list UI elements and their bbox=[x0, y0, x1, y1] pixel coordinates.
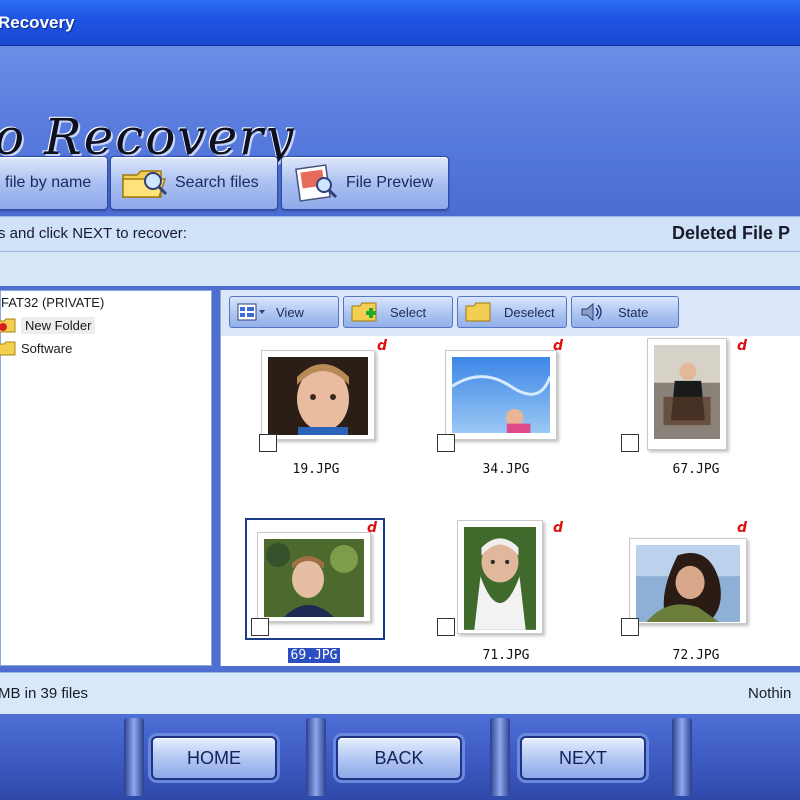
folder-search-icon bbox=[122, 170, 168, 198]
file-name: 71.JPG bbox=[482, 648, 530, 663]
tree-item-new-folder[interactable]: New Folder bbox=[0, 317, 96, 334]
file-thumbnail[interactable]: d 19.JPG bbox=[231, 338, 401, 512]
select-button[interactable]: Select bbox=[343, 296, 453, 328]
photo-preview bbox=[636, 545, 740, 622]
file-name: 67.JPG bbox=[672, 462, 720, 477]
instruction-text: s and click NEXT to recover: bbox=[0, 225, 187, 242]
tree-item-label: FAT32 (PRIVATE) bbox=[1, 295, 105, 310]
file-name: 34.JPG bbox=[482, 462, 530, 477]
deleted-flag: d bbox=[737, 520, 748, 536]
folder-remove-icon bbox=[465, 302, 491, 322]
deleted-flag: d bbox=[553, 520, 564, 536]
file-checkbox[interactable] bbox=[259, 434, 277, 452]
view-toolbar: View Select Deselect State bbox=[221, 290, 800, 336]
file-preview-icon bbox=[295, 164, 338, 202]
folder-tree[interactable]: FAT32 (PRIVATE) New Folder Software bbox=[0, 290, 212, 666]
tree-item-fat32[interactable]: FAT32 (PRIVATE) bbox=[1, 295, 104, 310]
status-summary: MB in 39 files bbox=[0, 685, 89, 702]
status-bar: MB in 39 files Nothin bbox=[0, 672, 800, 714]
file-thumbnail[interactable]: d 72.JPG bbox=[611, 518, 781, 688]
deselect-button-label: Deselect bbox=[504, 304, 555, 320]
next-button[interactable]: NEXT bbox=[520, 736, 646, 780]
deleted-flag: d bbox=[377, 338, 388, 354]
navigation-footer: HOME BACK NEXT bbox=[0, 714, 800, 800]
file-thumbnail[interactable]: d 69.JPG bbox=[221, 518, 391, 688]
tree-item-software[interactable]: Software bbox=[0, 341, 72, 356]
photo-preview bbox=[464, 527, 536, 630]
tab-search-files[interactable]: Search files bbox=[110, 156, 278, 210]
file-name: 69.JPG bbox=[229, 648, 399, 663]
back-button[interactable]: BACK bbox=[336, 736, 462, 780]
footer-divider bbox=[490, 718, 510, 796]
file-thumbnail[interactable]: d 67.JPG bbox=[611, 338, 781, 512]
tab-find-by-name-label: file by name bbox=[5, 174, 92, 191]
select-button-label: Select bbox=[390, 304, 427, 320]
tab-file-preview-label: File Preview bbox=[346, 174, 434, 191]
footer-divider bbox=[124, 718, 144, 796]
photo-preview bbox=[268, 357, 368, 435]
tab-search-files-label: Search files bbox=[175, 174, 259, 191]
title-bar[interactable]: Recovery bbox=[0, 0, 800, 46]
state-button-label: State bbox=[618, 304, 649, 320]
deleted-flag: d bbox=[553, 338, 564, 354]
view-button-label: View bbox=[276, 304, 304, 320]
tree-item-label: New Folder bbox=[21, 317, 96, 334]
folder-icon bbox=[0, 341, 16, 356]
instruction-bar: s and click NEXT to recover: Deleted Fil… bbox=[0, 216, 800, 252]
state-button[interactable]: State bbox=[571, 296, 679, 328]
home-button[interactable]: HOME bbox=[151, 736, 277, 780]
folder-add-icon bbox=[351, 302, 377, 322]
file-thumbnail[interactable]: d 71.JPG bbox=[421, 518, 591, 688]
file-name: 19.JPG bbox=[292, 462, 340, 477]
tab-file-preview[interactable]: File Preview bbox=[281, 156, 449, 210]
footer-divider bbox=[672, 718, 692, 796]
panel-heading: Deleted File P bbox=[672, 223, 791, 243]
view-mode-icon bbox=[237, 303, 265, 321]
deleted-flag: d bbox=[737, 338, 748, 354]
photo-preview bbox=[452, 357, 550, 434]
file-checkbox[interactable] bbox=[251, 618, 269, 636]
footer-divider bbox=[306, 718, 326, 796]
deselect-button[interactable]: Deselect bbox=[457, 296, 567, 328]
tree-item-label: Software bbox=[21, 341, 73, 356]
tab-find-by-name[interactable]: file by name bbox=[0, 156, 108, 210]
window-title: Recovery bbox=[0, 13, 75, 32]
file-view-panel[interactable]: View Select Deselect State d 19.JPG d 34… bbox=[220, 290, 800, 666]
file-name-selected: 69.JPG bbox=[287, 648, 341, 663]
file-checkbox[interactable] bbox=[621, 434, 639, 452]
file-checkbox[interactable] bbox=[437, 618, 455, 636]
view-button[interactable]: View bbox=[229, 296, 339, 328]
file-checkbox[interactable] bbox=[621, 618, 639, 636]
deleted-flag: d bbox=[367, 520, 378, 536]
photo-preview bbox=[654, 345, 720, 440]
file-checkbox[interactable] bbox=[437, 434, 455, 452]
status-selection: Nothin bbox=[748, 685, 792, 702]
file-thumbnail[interactable]: d 34.JPG bbox=[421, 338, 591, 512]
state-icon bbox=[581, 302, 602, 322]
file-name: 72.JPG bbox=[672, 648, 720, 663]
photo-preview bbox=[264, 539, 364, 617]
spacer-bar bbox=[0, 252, 800, 286]
folder-deleted-icon bbox=[0, 318, 16, 333]
